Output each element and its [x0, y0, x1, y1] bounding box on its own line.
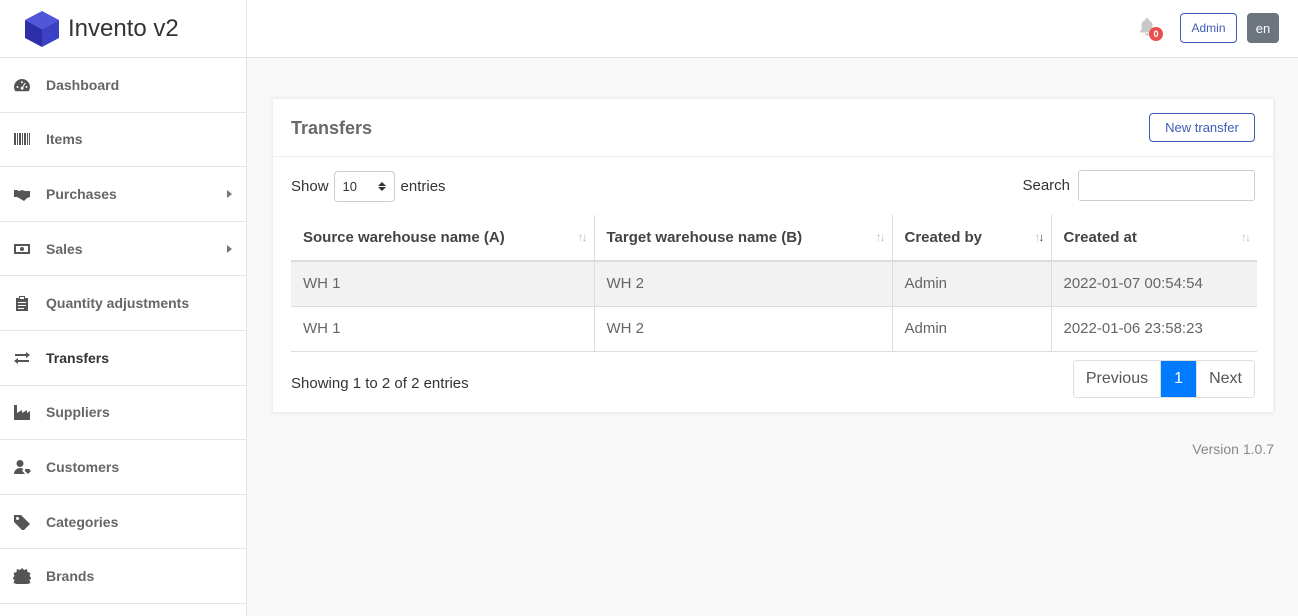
transfers-card: Transfers New transfer Show 10 entries S… [272, 98, 1274, 413]
column-header-label: Target warehouse name (B) [606, 229, 803, 246]
language-button[interactable]: en [1247, 13, 1279, 43]
sort-icon: ↑↓ [577, 230, 588, 244]
sort-icon: ↑↓ [1241, 230, 1251, 244]
brand[interactable]: Invento v2 [0, 0, 246, 58]
caret-right-icon [227, 244, 232, 253]
search-input[interactable] [1078, 170, 1255, 201]
cell-created-by: Admin [892, 261, 1052, 307]
sort-icon: ↑↓ [875, 230, 886, 244]
sidebar-item-label: Dashboard [46, 76, 120, 93]
sidebar-item-purchases[interactable]: Purchases [0, 167, 246, 222]
column-header-source[interactable]: Source warehouse name (A) ↑↓ [291, 215, 595, 262]
exchange-icon [12, 350, 32, 366]
search-control: Search [1022, 170, 1255, 201]
table-header-row: Source warehouse name (A) ↑↓ Target wareh… [291, 215, 1257, 262]
table-info: Showing 1 to 2 of 2 entries [291, 375, 469, 392]
app-title: Invento v2 [68, 14, 179, 42]
cube-logo-icon [25, 10, 59, 47]
user-menu-button[interactable]: Admin [1180, 13, 1237, 43]
sidebar-item-label: Transfers [46, 349, 110, 366]
column-header-created-by[interactable]: Created by ↑↓ [892, 215, 1052, 262]
sidebar-item-customers[interactable]: Customers [0, 440, 246, 495]
cell-target: WH 2 [594, 261, 893, 307]
sidebar-item-transfers[interactable]: Transfers [0, 331, 246, 386]
cell-created-by: Admin [892, 306, 1052, 352]
cell-created-at: 2022-01-06 23:58:23 [1051, 306, 1257, 352]
search-label: Search [1022, 177, 1070, 194]
notification-count-badge: 0 [1149, 27, 1163, 41]
topbar: 0 Admin en [247, 0, 1298, 58]
previous-page-button[interactable]: Previous [1073, 361, 1162, 397]
clipboard-icon [12, 295, 32, 312]
cell-target: WH 2 [594, 306, 893, 352]
column-header-label: Created at [1063, 229, 1137, 246]
sidebar-item-dashboard[interactable]: Dashboard [0, 58, 246, 113]
sidebar-item-categories[interactable]: Categories [0, 495, 246, 550]
page-title: Transfers [291, 118, 373, 138]
entries-length-select[interactable]: 10 [333, 171, 395, 202]
column-header-label: Created by [904, 229, 983, 246]
sidebar-item-sales[interactable]: Sales [0, 222, 246, 277]
tachometer-icon [12, 77, 32, 93]
sidebar-item-label: Quantity adjustments [46, 295, 190, 312]
sidebar-item-quantity-adjustments[interactable]: Quantity adjustments [0, 276, 246, 331]
column-header-created-at[interactable]: Created at ↑↓ [1051, 215, 1257, 262]
entries-label: entries [400, 178, 446, 195]
barcode-icon [12, 131, 32, 147]
cell-source: WH 1 [291, 261, 595, 307]
sidebar-item-label: Sales [46, 240, 83, 257]
sidebar-item-label: Items [46, 131, 83, 148]
column-header-label: Source warehouse name (A) [303, 229, 505, 246]
sidebar-item-label: Customers [46, 458, 120, 475]
sort-desc-icon: ↑↓ [1034, 230, 1045, 244]
pagination: Previous 1 Next [1072, 360, 1255, 398]
show-label: Show [291, 178, 329, 195]
sidebar-item-items[interactable]: Items [0, 113, 246, 168]
certificate-icon [12, 568, 32, 585]
select-arrows-icon [377, 182, 386, 191]
table-row[interactable]: WH 1 WH 2 Admin 2022-01-07 00:54:54 [291, 261, 1257, 307]
sidebar-item-label: Purchases [46, 185, 117, 202]
version-label: Version 1.0.7 [1192, 441, 1274, 457]
industry-icon [12, 404, 32, 421]
column-header-target[interactable]: Target warehouse name (B) ↑↓ [594, 215, 893, 262]
cell-source: WH 1 [291, 306, 595, 352]
table-row[interactable]: WH 1 WH 2 Admin 2022-01-06 23:58:23 [291, 306, 1257, 352]
sidebar-item-label: Suppliers [46, 404, 110, 421]
sidebar-item-brands[interactable]: Brands [0, 549, 246, 604]
sidebar-nav: Dashboard Items Purchases Sales Quantity adj… [0, 58, 246, 604]
caret-right-icon [227, 189, 232, 198]
entries-length-value: 10 [342, 179, 357, 194]
next-page-button[interactable]: Next [1196, 361, 1254, 397]
sidebar-item-label: Categories [46, 513, 119, 530]
tag-icon [12, 514, 32, 530]
money-bill-icon [12, 241, 32, 257]
sidebar-item-label: Brands [46, 568, 95, 585]
cell-created-at: 2022-01-07 00:54:54 [1051, 261, 1257, 307]
handshake-icon [12, 186, 32, 202]
card-header: Transfers New transfer [273, 99, 1273, 157]
transfers-table: Source warehouse name (A) ↑↓ Target wareh… [291, 215, 1257, 352]
notifications[interactable]: 0 [1137, 17, 1163, 41]
sidebar-item-suppliers[interactable]: Suppliers [0, 386, 246, 441]
page-1-button[interactable]: 1 [1161, 361, 1197, 397]
new-transfer-button[interactable]: New transfer [1149, 113, 1255, 142]
entries-length-control: Show 10 entries [291, 171, 446, 202]
user-tag-icon [12, 459, 32, 475]
sidebar: Invento v2 Dashboard Items Purchases Sales Q… [0, 0, 247, 616]
